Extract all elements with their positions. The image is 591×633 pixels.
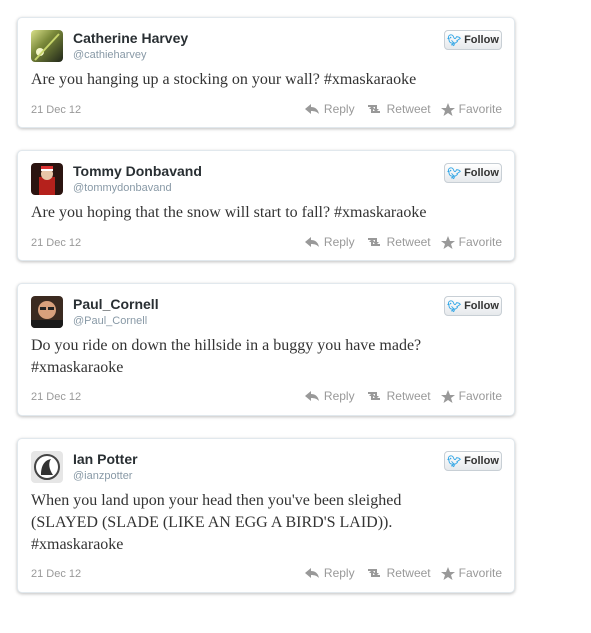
favorite-label: Favorite xyxy=(458,389,502,403)
follow-button[interactable]: 🐦︎ Follow xyxy=(444,30,502,50)
favorite-button[interactable]: Favorite xyxy=(440,235,502,249)
tweet-actions: Reply Retweet Favorite xyxy=(304,389,502,403)
reply-label: Reply xyxy=(323,389,355,403)
tweet-card: Catherine Harvey @cathieharvey 🐦︎ Follow… xyxy=(17,17,515,128)
favorite-label: Favorite xyxy=(458,235,502,249)
tweet-text: Are you hanging up a stocking on your wa… xyxy=(31,69,501,91)
tweet-text: Do you ride on down the hillside in a bu… xyxy=(31,335,501,379)
reply-button[interactable]: Reply xyxy=(304,566,355,580)
favorite-button[interactable]: Favorite xyxy=(440,389,502,403)
tweet-text-line: Are you hanging up a stocking on your wa… xyxy=(31,71,417,88)
user-name[interactable]: Paul_Cornell xyxy=(73,296,159,312)
follow-button[interactable]: 🐦︎ Follow xyxy=(444,163,502,183)
user-name[interactable]: Catherine Harvey xyxy=(73,30,188,46)
twitter-bird-icon: 🐦︎ xyxy=(447,455,462,468)
twitter-bird-icon: 🐦︎ xyxy=(447,167,462,180)
tweet-date[interactable]: 21 Dec 12 xyxy=(31,237,81,249)
follow-button[interactable]: 🐦︎ Follow xyxy=(444,451,502,471)
tweet-text-line[interactable]: #xmaskaraoke xyxy=(31,357,501,379)
tweet-text-line[interactable]: #xmaskaraoke xyxy=(31,534,501,556)
avatar-image xyxy=(34,33,60,61)
follow-button[interactable]: 🐦︎ Follow xyxy=(444,296,502,316)
star-icon xyxy=(440,235,455,249)
retweet-button[interactable]: Retweet xyxy=(365,389,431,403)
tweet-actions: Reply Retweet Favorite xyxy=(304,235,502,249)
user-handle[interactable]: @tommydonbavand xyxy=(73,182,172,194)
tweet-date[interactable]: 21 Dec 12 xyxy=(31,568,81,580)
reply-label: Reply xyxy=(323,102,355,116)
user-name[interactable]: Tommy Donbavand xyxy=(73,163,202,179)
follow-label: Follow xyxy=(464,300,499,312)
reply-icon xyxy=(304,568,319,578)
tweet-text-line: Do you ride on down the hillside in a bu… xyxy=(31,337,422,354)
retweet-label: Retweet xyxy=(386,389,431,403)
star-icon xyxy=(440,566,455,580)
retweet-icon xyxy=(367,569,380,577)
tweet-text: Are you hoping that the snow will start … xyxy=(31,202,501,224)
tweet-text: When you land upon your head then you've… xyxy=(31,490,501,556)
reply-icon xyxy=(304,237,319,247)
reply-button[interactable]: Reply xyxy=(304,389,355,403)
avatar[interactable] xyxy=(31,451,63,483)
reply-label: Reply xyxy=(323,235,355,249)
user-handle[interactable]: @Paul_Cornell xyxy=(73,315,147,327)
follow-label: Follow xyxy=(464,455,499,467)
avatar[interactable] xyxy=(31,163,63,195)
follow-label: Follow xyxy=(464,167,499,179)
twitter-bird-icon: 🐦︎ xyxy=(447,300,462,313)
user-handle[interactable]: @cathieharvey xyxy=(73,49,147,61)
retweet-label: Retweet xyxy=(386,566,431,580)
favorite-label: Favorite xyxy=(458,566,502,580)
user-handle[interactable]: @ianzpotter xyxy=(73,470,132,482)
tweet-text-line: Are you hoping that the snow will start … xyxy=(31,204,427,221)
star-icon xyxy=(440,102,455,116)
user-name[interactable]: Ian Potter xyxy=(73,451,138,467)
reply-label: Reply xyxy=(323,566,355,580)
reply-icon xyxy=(304,104,319,114)
avatar[interactable] xyxy=(31,30,63,62)
star-icon xyxy=(440,389,455,403)
reply-icon xyxy=(304,391,319,401)
favorite-button[interactable]: Favorite xyxy=(440,566,502,580)
avatar[interactable] xyxy=(31,296,63,328)
retweet-icon xyxy=(367,105,380,113)
tweet-card: Ian Potter @ianzpotter 🐦︎ Follow When yo… xyxy=(17,438,515,593)
avatar-image xyxy=(31,301,63,328)
tweet-text-line: When you land upon your head then you've… xyxy=(31,492,402,509)
twitter-bird-icon: 🐦︎ xyxy=(447,34,462,47)
tweet-actions: Reply Retweet Favorite xyxy=(304,566,502,580)
reply-button[interactable]: Reply xyxy=(304,102,355,116)
favorite-button[interactable]: Favorite xyxy=(440,102,502,116)
tweet-date[interactable]: 21 Dec 12 xyxy=(31,104,81,116)
tweet-date[interactable]: 21 Dec 12 xyxy=(31,391,81,403)
retweet-button[interactable]: Retweet xyxy=(365,235,431,249)
retweet-button[interactable]: Retweet xyxy=(365,102,431,116)
tweet-card: Tommy Donbavand @tommydonbavand 🐦︎ Follo… xyxy=(17,150,515,261)
retweet-label: Retweet xyxy=(386,235,431,249)
tweet-text-line: (SLAYED (SLADE (LIKE AN EGG A BIRD'S LAI… xyxy=(31,514,393,531)
avatar-image xyxy=(39,166,55,195)
retweet-button[interactable]: Retweet xyxy=(365,566,431,580)
follow-label: Follow xyxy=(464,34,499,46)
reply-button[interactable]: Reply xyxy=(304,235,355,249)
retweet-icon xyxy=(367,392,380,400)
tweet-actions: Reply Retweet Favorite xyxy=(304,102,502,116)
favorite-label: Favorite xyxy=(458,102,502,116)
tweet-card: Paul_Cornell @Paul_Cornell 🐦︎ Follow Do … xyxy=(17,283,515,416)
retweet-icon xyxy=(367,238,380,246)
retweet-label: Retweet xyxy=(386,102,431,116)
avatar-image xyxy=(34,454,60,480)
